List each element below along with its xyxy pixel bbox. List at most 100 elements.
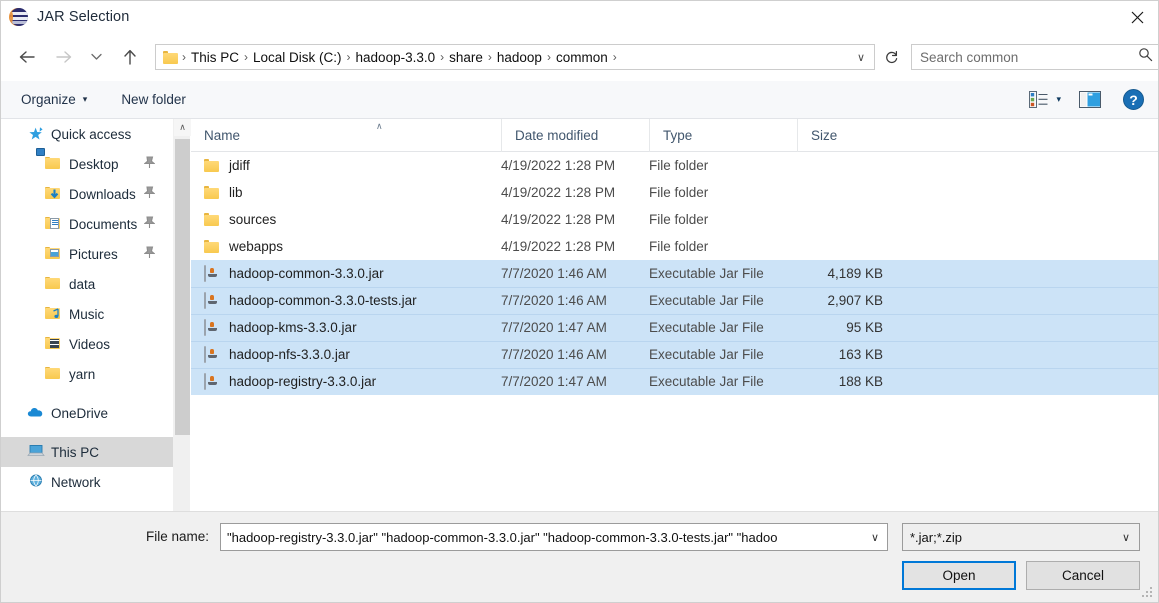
address-bar[interactable]: › This PC › Local Disk (C:) › hadoop-3.3… [155,44,875,70]
sidebar-scrollbar[interactable]: ∧ ∨ [173,119,190,511]
pin-icon[interactable] [144,246,155,262]
breadcrumb-item-hadoop-330[interactable]: hadoop-3.3.0 [352,50,440,65]
sidebar-item-label: Network [51,475,101,490]
sidebar-item-network[interactable]: Network [1,467,173,497]
organize-button[interactable]: Organize ▾ [15,81,93,118]
folder-downloads-icon [45,186,62,203]
sidebar-item-yarn[interactable]: yarn [1,359,173,389]
cancel-button[interactable]: Cancel [1026,561,1140,590]
up-one-level-button[interactable] [115,42,145,72]
chevron-down-icon[interactable]: ▾ [1056,94,1061,105]
folder-documents-icon [45,216,62,233]
cell-date-modified: 4/19/2022 1:28 PM [501,158,649,173]
sidebar-item-music[interactable]: Music [1,299,173,329]
pin-icon[interactable] [144,156,155,172]
back-button[interactable] [11,42,41,72]
column-label: Size [811,128,837,143]
cell-size: 2,907 KB [797,293,895,308]
resize-grip[interactable] [1142,587,1153,598]
column-header-date-modified[interactable]: Date modified [501,119,649,152]
file-name: webapps [229,239,283,254]
cell-type: File folder [649,212,797,227]
pin-icon[interactable] [144,216,155,232]
chevron-down-icon[interactable]: ∨ [857,51,865,64]
table-row[interactable]: hadoop-common-3.3.0.jar 7/7/2020 1:46 AM… [191,260,1159,287]
sidebar-item-label: Downloads [69,187,136,202]
sidebar-item-label: Pictures [69,247,118,262]
cell-name: hadoop-kms-3.3.0.jar [191,320,501,335]
java-globe-icon [10,8,28,26]
open-button[interactable]: Open [902,561,1016,590]
sidebar-item-label: Videos [69,337,110,352]
cell-name: hadoop-registry-3.3.0.jar [191,374,501,389]
sidebar-item-data[interactable]: data [1,269,173,299]
chevron-down-icon[interactable]: ∨ [871,531,879,544]
help-icon[interactable]: ? [1123,89,1144,110]
file-type-filter-select[interactable]: *.jar;*.zip ∨ [902,523,1140,551]
table-row[interactable]: webapps 4/19/2022 1:28 PM File folder [191,233,1159,260]
table-row[interactable]: hadoop-common-3.3.0-tests.jar 7/7/2020 1… [191,287,1159,314]
folder-icon [204,185,220,200]
column-header-type[interactable]: Type [649,119,797,152]
cell-type: Executable Jar File [649,266,797,281]
cloud-icon [27,405,44,422]
cell-date-modified: 7/7/2020 1:46 AM [501,266,649,281]
refresh-icon[interactable] [877,44,905,70]
sidebar-item-onedrive[interactable]: OneDrive [1,398,173,428]
forward-button[interactable] [49,42,79,72]
organize-label: Organize [21,92,76,107]
cell-type: File folder [649,239,797,254]
breadcrumb-item-this-pc[interactable]: This PC [187,50,243,65]
table-row[interactable]: lib 4/19/2022 1:28 PM File folder [191,179,1159,206]
folder-pictures-icon [45,246,62,263]
sidebar-item-videos[interactable]: Videos [1,329,173,359]
jar-file-icon [204,347,220,362]
search-input[interactable]: Search common [911,44,1159,70]
breadcrumb-item-local-disk[interactable]: Local Disk (C:) [249,50,346,65]
folder-desktop-icon [45,156,62,173]
file-name: hadoop-registry-3.3.0.jar [229,374,376,389]
cell-type: Executable Jar File [649,293,797,308]
table-row[interactable]: hadoop-registry-3.3.0.jar 7/7/2020 1:47 … [191,368,1159,395]
computer-icon [27,444,44,461]
window-title: JAR Selection [37,9,129,25]
pin-icon[interactable] [144,186,155,202]
close-icon[interactable] [1114,1,1159,33]
cell-type: Executable Jar File [649,374,797,389]
sidebar-item-this-pc[interactable]: This PC [1,437,173,467]
cell-size: 95 KB [797,320,895,335]
sidebar-item-desktop[interactable]: Desktop [1,149,173,179]
sidebar-item-label: OneDrive [51,406,108,421]
table-row[interactable]: hadoop-nfs-3.3.0.jar 7/7/2020 1:46 AM Ex… [191,341,1159,368]
jar-file-icon [204,266,220,281]
table-row[interactable]: jdiff 4/19/2022 1:28 PM File folder [191,152,1159,179]
file-name: lib [229,185,243,200]
network-icon [27,474,44,491]
new-folder-button[interactable]: New folder [115,81,192,118]
file-name-input[interactable]: "hadoop-registry-3.3.0.jar" "hadoop-comm… [220,523,888,551]
breadcrumb-item-common[interactable]: common [552,50,612,65]
table-row[interactable]: sources 4/19/2022 1:28 PM File folder [191,206,1159,233]
column-header-size[interactable]: Size [797,119,895,152]
sidebar-item-pictures[interactable]: Pictures [1,239,173,269]
sidebar-item-documents[interactable]: Documents [1,209,173,239]
preview-pane-icon[interactable] [1079,91,1101,108]
sidebar-item-downloads[interactable]: Downloads [1,179,173,209]
chevron-down-icon[interactable]: ∨ [1122,531,1130,544]
breadcrumb-item-share[interactable]: share [445,50,487,65]
sidebar-item-quick-access[interactable]: Quick access [1,119,173,149]
jar-selection-dialog: JAR Selection › This PC › [0,0,1159,603]
table-row[interactable]: hadoop-kms-3.3.0.jar 7/7/2020 1:47 AM Ex… [191,314,1159,341]
breadcrumb-item-hadoop[interactable]: hadoop [493,50,546,65]
sidebar-item-label: yarn [69,367,95,382]
cell-date-modified: 7/7/2020 1:47 AM [501,374,649,389]
toolbar-right-group: ▾ ? [1029,89,1144,110]
view-list-icon[interactable] [1029,91,1048,108]
column-label: Date modified [515,128,598,143]
cell-size: 4,189 KB [797,266,895,281]
scrollbar-thumb[interactable] [175,139,190,435]
recent-locations-button[interactable] [85,42,107,72]
cell-name: jdiff [191,158,501,173]
scroll-up-icon[interactable]: ∧ [174,119,191,136]
column-header-name[interactable]: Name [191,119,501,152]
